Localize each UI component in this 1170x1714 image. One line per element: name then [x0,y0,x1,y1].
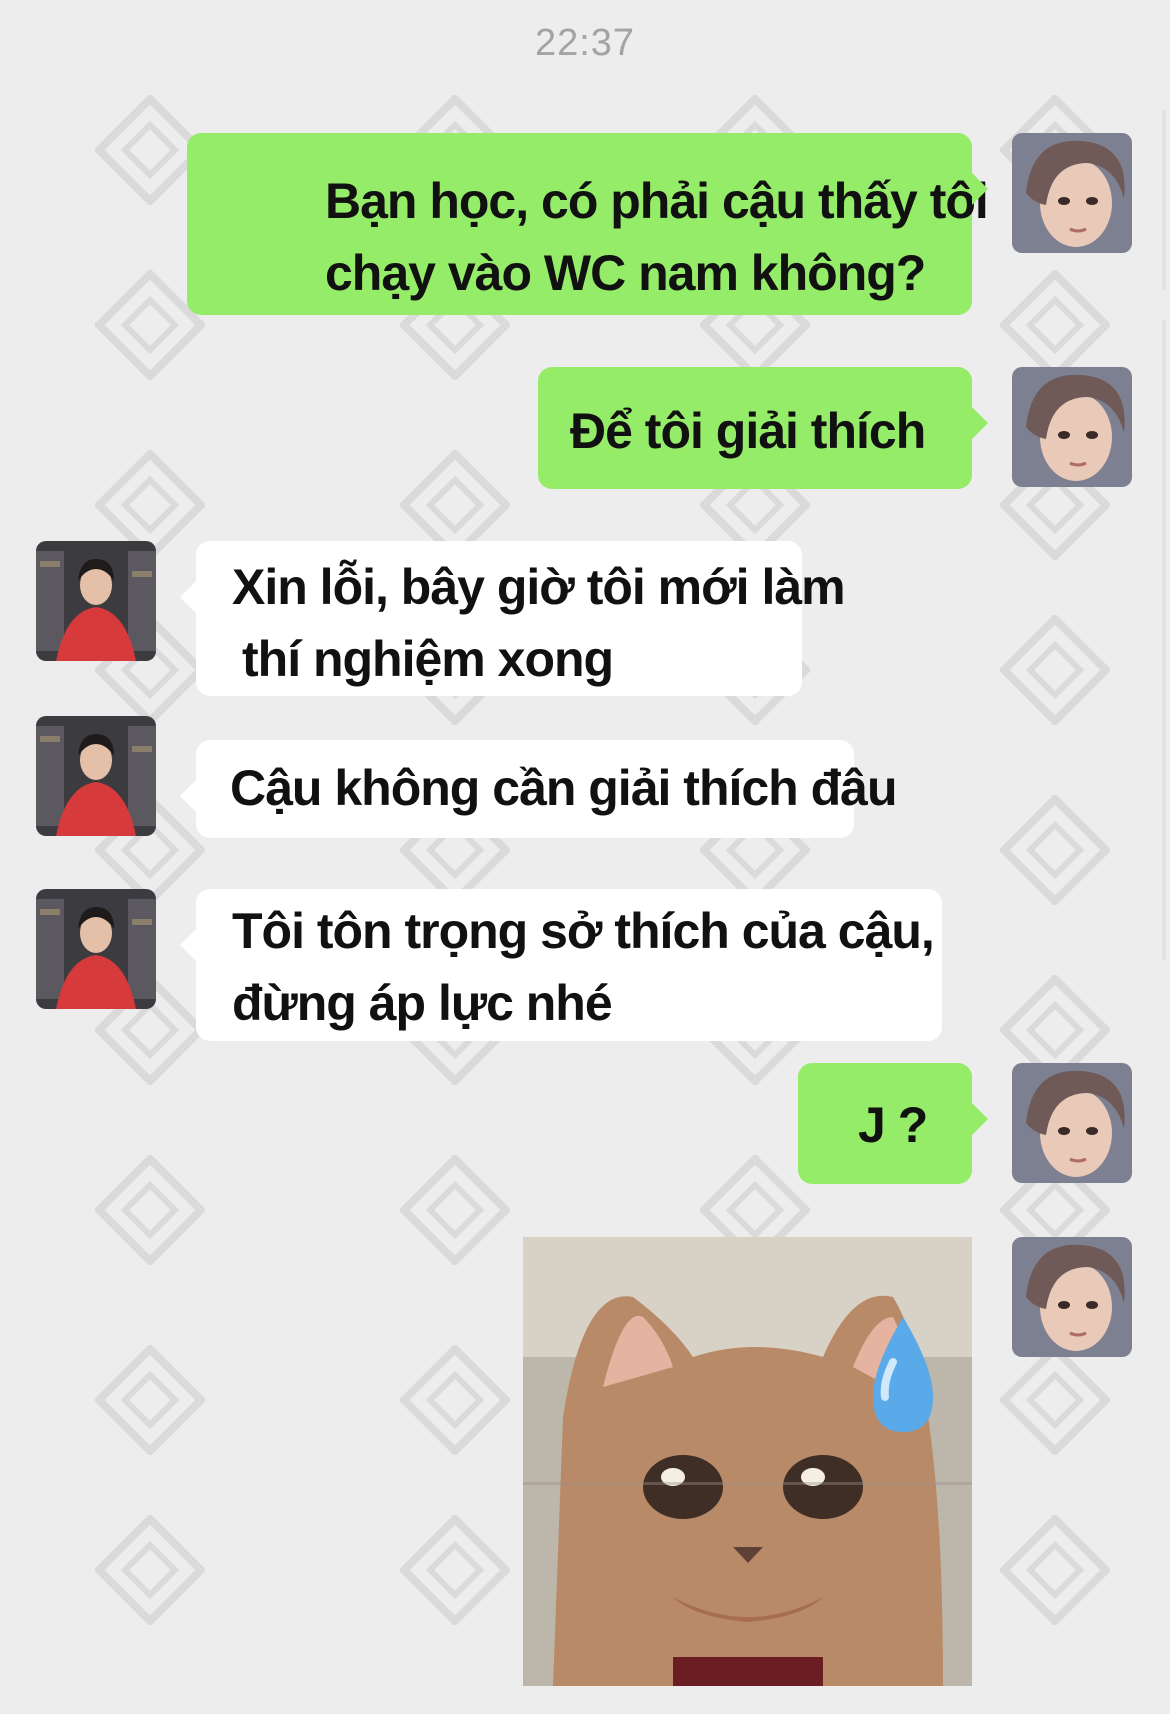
crying-cat-sweat-drop-icon [523,1237,972,1686]
message-text-line: Tôi tôn trọng sở thích của cậu, [232,903,935,959]
watermark-diamond-icon [400,1515,510,1625]
boy-portrait-icon [1012,1063,1132,1183]
message-bubble-sent[interactable]: Bạn học, có phải cậu thấy tôi chạy vào W… [187,133,989,315]
watermark-diamond-icon [1000,1515,1110,1625]
message-bubble-received[interactable]: Tôi tôn trọng sở thích của cậu, đừng áp … [180,889,942,1041]
watermark-diamond-icon [1000,795,1110,905]
my-avatar[interactable] [1012,133,1132,253]
scrollbar-segment[interactable] [1162,110,1166,290]
boy-portrait-icon [1012,1237,1132,1357]
contact-avatar[interactable] [36,889,156,1009]
watermark-diamond-icon [1000,1345,1110,1455]
message-text-line: chạy vào WC nam không? [325,245,926,301]
sticker-image[interactable] [523,1237,972,1686]
message-text-line: Cậu không cần giải thích đâu [230,760,898,816]
my-avatar[interactable] [1012,1063,1132,1183]
watermark-diamond-icon [1000,270,1110,380]
message-text-line: Xin lỗi, bây giờ tôi mới làm [232,559,846,615]
message-text-line: đừng áp lực nhé [232,975,613,1031]
scrollbar-segment[interactable] [1162,320,1166,960]
my-avatar[interactable] [1012,367,1132,487]
contact-avatar[interactable] [36,541,156,661]
message-text-line: thí nghiệm xong [242,631,614,687]
watermark-diamond-icon [400,1155,510,1265]
message-timestamp: 22:37 [534,22,636,64]
person-red-jacket-icon [36,716,156,836]
boy-portrait-icon [1012,367,1132,487]
message-bubble-sent[interactable]: Để tôi giải thích [538,367,988,489]
my-avatar[interactable] [1012,1237,1132,1357]
boy-portrait-icon [1012,133,1132,253]
chat-window: 22:37 Bạn học, có phải cậu thấy tôi chạy… [0,0,1170,1714]
person-red-jacket-icon [36,541,156,661]
watermark-diamond-icon [95,1155,205,1265]
watermark-diamond-icon [1000,615,1110,725]
watermark-diamond-icon [95,1345,205,1455]
watermark-diamond-icon [95,1515,205,1625]
contact-avatar[interactable] [36,716,156,836]
person-red-jacket-icon [36,889,156,1009]
message-text-line: Để tôi giải thích [570,403,926,459]
message-text-line: Bạn học, có phải cậu thấy tôi [325,173,989,229]
message-bubble-received[interactable]: Xin lỗi, bây giờ tôi mới làm thí nghiệm … [180,541,846,696]
message-bubble-received[interactable]: Cậu không cần giải thích đâu [180,740,898,838]
message-text-line: J ? [858,1097,928,1153]
watermark-diamond-icon [400,1345,510,1455]
message-bubble-sent[interactable]: J ? [798,1063,988,1184]
